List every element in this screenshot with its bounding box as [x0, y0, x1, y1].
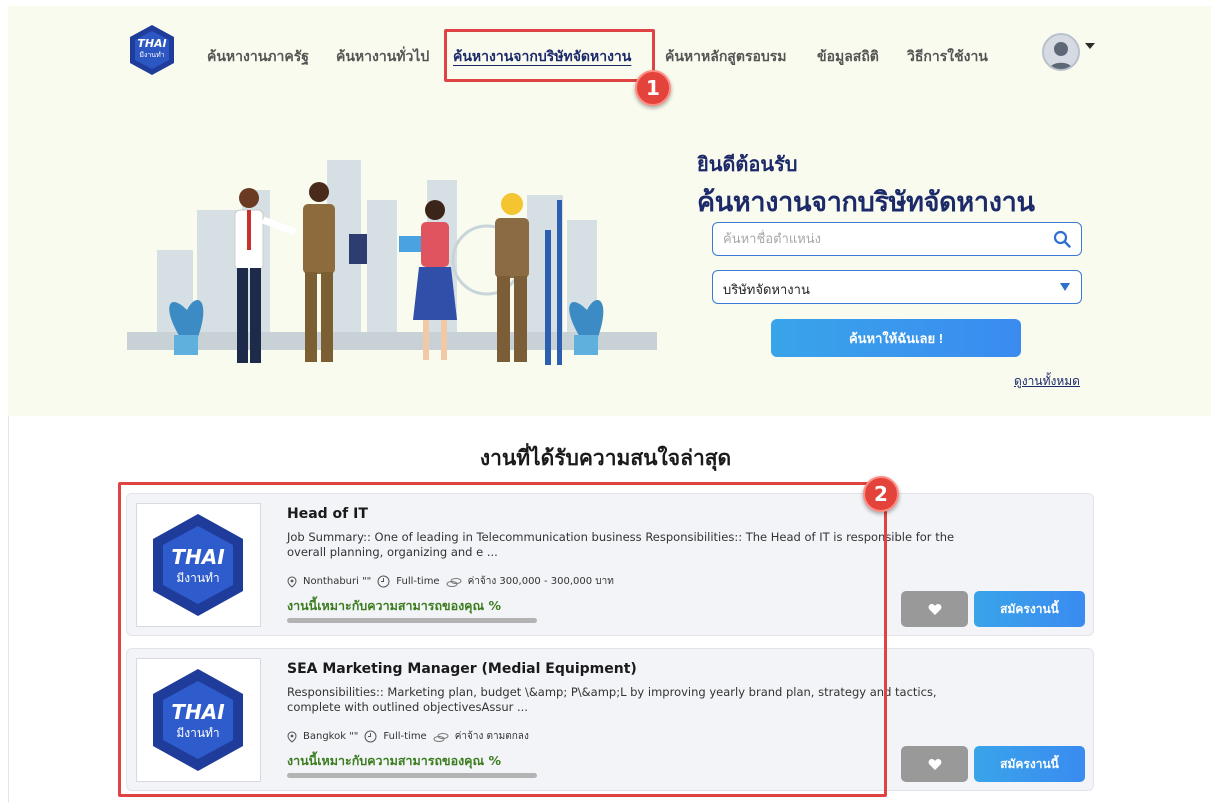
- annotation-badge-2: 2: [863, 476, 899, 512]
- heart-icon: [928, 603, 941, 615]
- apply-button[interactable]: สมัครงานนี้: [974, 591, 1085, 627]
- account-menu-caret-icon[interactable]: [1085, 43, 1095, 49]
- svg-text:THAI: THAI: [137, 37, 166, 50]
- annotation-box-1: [444, 29, 655, 82]
- select-value: บริษัทจัดหางาน: [723, 283, 810, 298]
- thai-mee-ngan-tham-logo[interactable]: THAI มีงานทำ: [127, 23, 177, 77]
- workers-city-illustration: [127, 160, 657, 365]
- favorite-button[interactable]: [901, 746, 968, 782]
- heart-icon: [928, 758, 941, 770]
- nav-statistics[interactable]: ข้อมูลสถิติ: [817, 46, 879, 68]
- search-submit-button[interactable]: ค้นหาให้ฉันเลย !: [771, 319, 1021, 357]
- annotation-badge-1: 1: [635, 70, 671, 106]
- user-avatar[interactable]: [1042, 33, 1080, 71]
- position-search-field: [712, 222, 1082, 256]
- nav-general-jobs[interactable]: ค้นหางานทั่วไป: [336, 46, 429, 68]
- favorite-button[interactable]: [901, 591, 968, 627]
- view-all-jobs-link[interactable]: ดูงานทั้งหมด: [1014, 372, 1080, 391]
- section-title: งานที่ได้รับความสนใจล่าสุด: [479, 446, 732, 470]
- search-icon[interactable]: [1053, 230, 1071, 248]
- welcome-text: ยินดีต้อนรับ: [697, 152, 798, 176]
- annotation-box-2: [118, 482, 887, 797]
- apply-button[interactable]: สมัครงานนี้: [974, 746, 1085, 782]
- nav-government-jobs[interactable]: ค้นหางานภาครัฐ: [207, 46, 309, 68]
- hero-title: ค้นหางานจากบริษัทจัดหางาน: [697, 187, 1035, 218]
- chevron-down-icon: [1060, 283, 1070, 291]
- nav-training-courses[interactable]: ค้นหาหลักสูตรอบรม: [665, 46, 787, 68]
- nav-how-to-use[interactable]: วิธีการใช้งาน: [907, 46, 988, 68]
- position-search-input[interactable]: [713, 223, 1033, 255]
- svg-text:มีงานทำ: มีงานทำ: [139, 51, 164, 59]
- company-type-select[interactable]: บริษัทจัดหางาน: [712, 270, 1082, 304]
